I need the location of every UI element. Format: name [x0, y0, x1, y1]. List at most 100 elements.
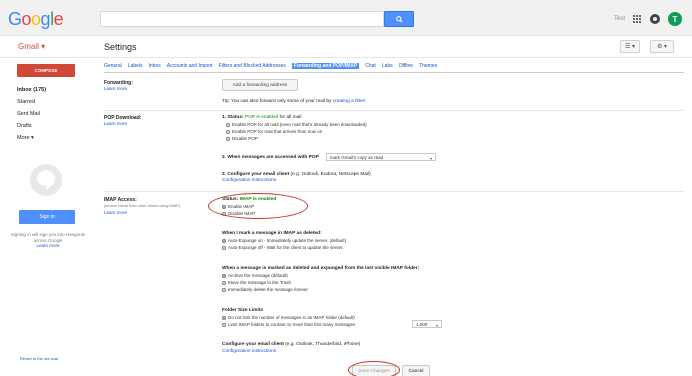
- divider: [104, 110, 684, 111]
- user-name[interactable]: Test: [614, 16, 625, 22]
- annotation-circle: [348, 361, 400, 376]
- hangouts-sign-in-button[interactable]: Sign in: [19, 210, 75, 224]
- radio-icon[interactable]: [222, 245, 226, 250]
- radio-icon[interactable]: [226, 122, 230, 127]
- imap-folder-limit-select[interactable]: 1,000 ▾: [412, 320, 442, 328]
- tab-inbox[interactable]: Inbox: [149, 63, 161, 69]
- pop-option-disable-label: Disable POP: [232, 136, 258, 141]
- imap-expunged-option-trash[interactable]: Move the message to the Trash: [222, 280, 291, 285]
- tab-general[interactable]: General: [104, 63, 122, 69]
- pop-option-now-label: Enable POP for mail that arrives from no…: [232, 129, 323, 134]
- chevron-down-icon: ▾: [435, 323, 438, 328]
- density-button[interactable]: ☰ ▾: [620, 40, 640, 53]
- sidebar-item-starred[interactable]: Starred: [17, 96, 46, 108]
- pop-action-select[interactable]: mark Gmail's copy as read ▾: [326, 153, 436, 161]
- forwarding-learn-more[interactable]: Learn more: [104, 86, 127, 91]
- logo-letter: g: [40, 9, 51, 29]
- divider: [104, 191, 684, 192]
- sidebar-item-drafts[interactable]: Drafts: [17, 120, 46, 132]
- imap-deleted-option-off[interactable]: Auto-Expunge off - Wait for the client t…: [222, 245, 344, 250]
- page-title: Settings: [104, 42, 137, 52]
- radio-icon[interactable]: [226, 136, 230, 141]
- sub-bar: Gmail ▾ Settings ☰ ▾ ⚙ ▾: [0, 36, 692, 58]
- imap-config-link[interactable]: Configuration instructions: [222, 349, 276, 354]
- sidebar-item-inbox[interactable]: Inbox (175): [17, 84, 46, 96]
- cancel-button[interactable]: Cancel: [402, 365, 430, 376]
- revert-chat-link[interactable]: Revert to the old chat: [20, 356, 58, 361]
- settings-tabs: General Labels Inbox Accounts and Import Fil…: [104, 63, 437, 69]
- pop-option-all[interactable]: Enable POP for all mail (even mail that'…: [226, 122, 367, 127]
- compose-button[interactable]: COMPOSE: [17, 64, 75, 77]
- imap-expunged-option-archive-label: Archive the message (default): [228, 273, 288, 278]
- hangouts-note: Signing in will sign you into Hangouts a…: [10, 232, 86, 249]
- gmail-menu[interactable]: Gmail ▾: [18, 42, 45, 51]
- radio-icon[interactable]: [226, 129, 230, 134]
- tab-accounts-and-import[interactable]: Accounts and Import: [167, 63, 213, 69]
- logo-letter: o: [21, 9, 32, 29]
- radio-icon[interactable]: [222, 287, 226, 292]
- sidebar-item-more[interactable]: More ▾: [17, 132, 46, 144]
- pop-status-value: POP is enabled: [244, 115, 279, 120]
- imap-deleted-option-on[interactable]: Auto-Expunge on - Immediately update the…: [222, 238, 346, 243]
- logo-letter: o: [31, 9, 41, 29]
- imap-folder-option-limit-label: Limit IMAP folders to contain no more th…: [228, 322, 356, 327]
- forwarding-tip-text: Tip: You can also forward only some of y…: [222, 99, 332, 104]
- settings-main: General Labels Inbox Accounts and Import Fil…: [104, 58, 684, 376]
- tabs-divider: [104, 72, 684, 73]
- sidebar-item-sent[interactable]: Sent Mail: [17, 108, 46, 120]
- imap-expunged-option-archive[interactable]: Archive the message (default): [222, 273, 288, 278]
- pop-option-disable[interactable]: Disable POP: [226, 136, 258, 141]
- imap-access-sub: (access Gmail from other clients using I…: [104, 204, 180, 208]
- imap-deleted-title: When I mark a message in IMAP as deleted…: [222, 231, 322, 236]
- tab-offline[interactable]: Offline: [399, 63, 413, 69]
- chevron-down-icon: ▾: [429, 156, 432, 161]
- google-logo[interactable]: Google: [8, 9, 64, 30]
- hangouts-note-text: Signing in will sign you into Hangouts a…: [10, 232, 86, 243]
- sidebar: COMPOSE Inbox (175) Starred Sent Mail Dr…: [0, 58, 95, 376]
- pop-action-select-value: mark Gmail's copy as read: [330, 154, 384, 160]
- logo-letter: G: [8, 9, 22, 29]
- tab-labels[interactable]: Labels: [128, 63, 143, 69]
- create-filter-link[interactable]: creating a filter!: [333, 99, 366, 104]
- imap-expunged-option-delete[interactable]: Immediately delete the message forever: [222, 287, 308, 292]
- apps-grid-icon[interactable]: [633, 14, 642, 24]
- avatar[interactable]: T: [668, 12, 682, 26]
- search-input[interactable]: [100, 11, 384, 27]
- tab-labs[interactable]: Labs: [382, 63, 393, 69]
- tab-themes[interactable]: Themes: [419, 63, 437, 69]
- radio-icon[interactable]: [222, 322, 226, 327]
- add-forwarding-address-button[interactable]: Add a forwarding address: [222, 79, 298, 91]
- pop-step2-label: 2. When messages are accessed with POP: [222, 155, 319, 160]
- radio-icon[interactable]: [222, 238, 226, 243]
- pop-option-all-label: Enable POP for all mail (even mail that'…: [232, 122, 367, 127]
- tab-filters-and-blocked-addresses[interactable]: Filters and Blocked Addresses: [219, 63, 286, 69]
- pop-step3-suffix: (e.g. Outlook, Eudora, Netscape Mail): [290, 172, 371, 177]
- hangouts-avatar-icon: [30, 164, 62, 196]
- tab-chat[interactable]: Chat: [365, 63, 376, 69]
- logo-letter: e: [53, 9, 64, 29]
- notifications-icon[interactable]: [650, 14, 660, 24]
- imap-expunged-option-trash-label: Move the message to the Trash: [228, 280, 292, 285]
- hangouts-learn-more-link[interactable]: Learn more: [36, 243, 59, 248]
- pop-config-link[interactable]: Configuration instructions: [222, 178, 276, 183]
- imap-folder-option-limit[interactable]: Limit IMAP folders to contain no more th…: [222, 322, 355, 327]
- radio-icon[interactable]: [222, 315, 226, 320]
- imap-learn-more[interactable]: Learn more: [104, 210, 127, 215]
- pop-option-now[interactable]: Enable POP for mail that arrives from no…: [226, 129, 322, 134]
- pop-learn-more[interactable]: Learn more: [104, 121, 127, 126]
- imap-folder-option-nolimit-label: Do not limit the number of messages in a…: [228, 315, 355, 320]
- pop-step3-label: 3. Configure your email client: [222, 172, 290, 177]
- pop-status-prefix: 1. Status:: [222, 115, 244, 120]
- pop-status: 1. Status: POP is enabled for all mail: [222, 115, 301, 120]
- pop-status-suffix: for all mail: [279, 115, 302, 120]
- settings-gear-button[interactable]: ⚙ ▾: [650, 40, 674, 53]
- sidebar-nav: Inbox (175) Starred Sent Mail Drafts Mor…: [17, 84, 46, 144]
- tab-forwarding-and-pop-imap[interactable]: Forwarding and POP/IMAP: [291, 63, 360, 69]
- pop-step2: 2. When messages are accessed with POP: [222, 155, 319, 160]
- imap-expunged-option-delete-label: Immediately delete the message forever: [228, 287, 309, 292]
- radio-icon[interactable]: [222, 280, 226, 285]
- search-button[interactable]: [384, 11, 414, 27]
- imap-config-label: Configure your email client: [222, 342, 284, 347]
- radio-icon[interactable]: [222, 273, 226, 278]
- imap-folder-option-nolimit[interactable]: Do not limit the number of messages in a…: [222, 315, 355, 320]
